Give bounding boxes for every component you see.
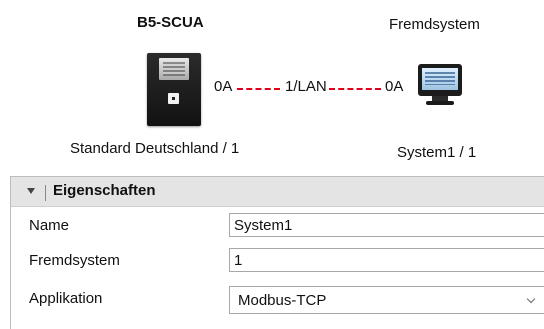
- properties-title: Eigenschaften: [53, 182, 156, 199]
- connection-label[interactable]: 1/LAN: [285, 78, 327, 96]
- applikation-selected-value: Modbus-TCP: [238, 292, 327, 309]
- header-separator: [45, 185, 46, 201]
- panel-display: [159, 58, 189, 80]
- right-device-title: Fremdsystem: [389, 16, 480, 33]
- collapse-triangle-icon[interactable]: [27, 188, 35, 194]
- connection-line-left[interactable]: [237, 88, 280, 90]
- applikation-dropdown[interactable]: Modbus-TCP: [229, 286, 544, 314]
- control-panel-icon[interactable]: [147, 53, 201, 126]
- connection-line-right[interactable]: [329, 88, 381, 90]
- name-input[interactable]: [229, 213, 544, 237]
- left-port-label: 0A: [214, 78, 233, 95]
- chevron-down-icon[interactable]: [526, 294, 536, 304]
- property-label-name: Name: [29, 217, 70, 234]
- properties-panel: Eigenschaften Name Fremdsystem Applikati…: [10, 176, 544, 329]
- fremdsystem-input[interactable]: [229, 248, 544, 272]
- property-row-applikation: Applikation Modbus-TCP: [11, 282, 544, 316]
- property-label-fremdsystem: Fremdsystem: [29, 252, 120, 269]
- property-row-name: Name: [11, 209, 544, 243]
- monitor-base: [426, 101, 454, 105]
- left-device-title: B5-SCUA: [137, 14, 204, 31]
- right-device-caption: System1 / 1: [397, 144, 477, 161]
- monitor-screen: [418, 64, 462, 96]
- property-row-fremdsystem: Fremdsystem: [11, 244, 544, 278]
- properties-header: Eigenschaften: [11, 177, 544, 207]
- left-device-caption: Standard Deutschland / 1: [70, 140, 240, 157]
- property-label-applikation: Applikation: [29, 290, 103, 307]
- panel-key: [168, 93, 179, 104]
- right-port-label: 0A: [385, 78, 404, 95]
- computer-monitor-icon[interactable]: [418, 64, 462, 106]
- device-connection-view: B5-SCUA Fremdsystem 0A 1/LAN 0A Standard…: [0, 0, 544, 329]
